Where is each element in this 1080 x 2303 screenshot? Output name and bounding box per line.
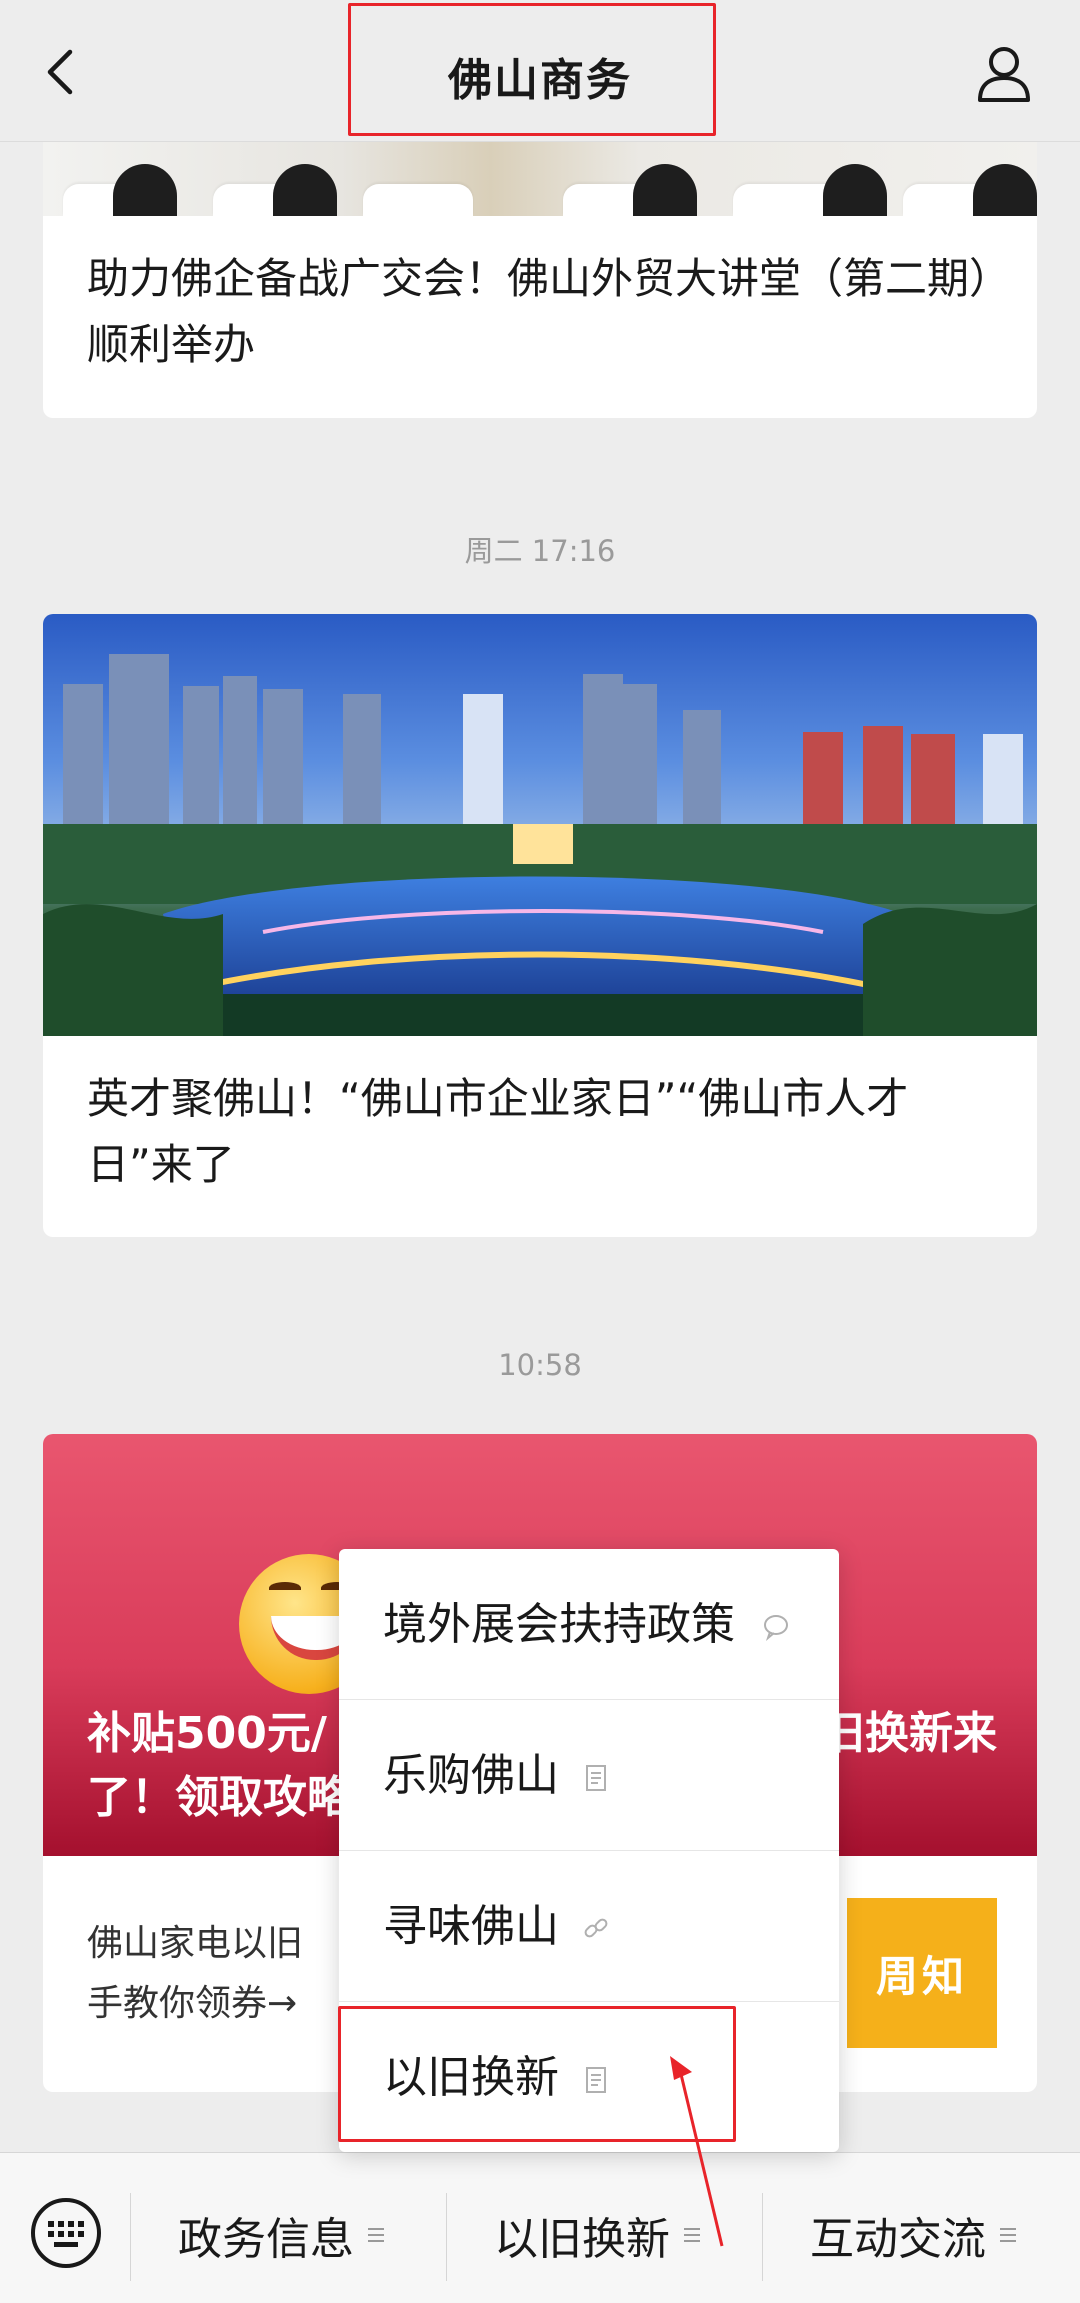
- submenu-item-label: 境外展会扶持政策: [383, 1599, 735, 1650]
- submenu-item-label: 寻味佛山: [383, 1901, 559, 1952]
- keyboard-icon[interactable]: [30, 2197, 102, 2269]
- submenu-item-xunwei-foshan[interactable]: 寻味佛山: [339, 1851, 839, 2002]
- person-icon[interactable]: [976, 44, 1032, 104]
- link-icon: [584, 1918, 608, 1938]
- submenu-item-leguo-foshan[interactable]: 乐购佛山: [339, 1700, 839, 1851]
- bottom-menu-bar: 政务信息 以旧换新 互动交流: [0, 2152, 1080, 2303]
- menu-tab-label: 互动交流: [810, 2214, 986, 2265]
- promo-title-right: 旧换新来: [821, 1708, 997, 1759]
- annotation-highlight-title: [348, 3, 716, 136]
- promo-tag: 周知: [847, 1898, 997, 2048]
- menu-tab-interaction[interactable]: 互动交流: [810, 2205, 1016, 2265]
- article-title: 助力佛企备战广交会！佛山外贸大讲堂（第二期）顺利举办: [87, 254, 991, 369]
- timestamp: 周二 17:16: [464, 534, 616, 568]
- promo-title-left: 补贴500元/: [87, 1708, 327, 1759]
- annotation-arrow-icon: [670, 2056, 724, 2247]
- menu-tab-label: 政务信息: [178, 2214, 354, 2265]
- document-icon: [586, 1765, 606, 1791]
- article-image: [43, 614, 1037, 1036]
- article-card[interactable]: 英才聚佛山！“佛山市企业家日”“佛山市人才日”来了: [43, 614, 1037, 1237]
- article-image: [43, 142, 1037, 216]
- article-card[interactable]: 助力佛企备战广交会！佛山外贸大讲堂（第二期）顺利举办: [43, 142, 1037, 418]
- timestamp: 10:58: [498, 1348, 582, 1382]
- chat-bubble-icon: [764, 1615, 788, 1641]
- menu-tab-label: 以旧换新: [494, 2214, 670, 2265]
- menu-lines-icon: [368, 2228, 384, 2242]
- article-title: 英才聚佛山！“佛山市企业家日”“佛山市人才日”来了: [87, 1074, 909, 1189]
- menu-tab-government-info[interactable]: 政务信息: [178, 2205, 384, 2265]
- submenu-item-label: 乐购佛山: [383, 1750, 559, 1801]
- menu-lines-icon: [1000, 2228, 1016, 2242]
- submenu-item-overseas-expo[interactable]: 境外展会扶持政策: [339, 1549, 839, 1700]
